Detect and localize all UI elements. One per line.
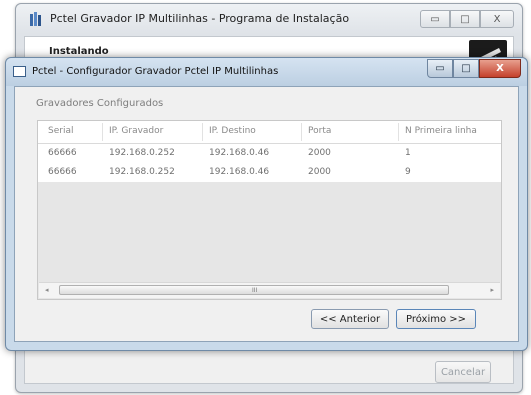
table-row[interactable]: 66666 192.168.0.252 192.168.0.46 2000 1 bbox=[38, 144, 501, 163]
cell-first-line: 9 bbox=[405, 167, 411, 177]
cell-ip-recorder: 192.168.0.252 bbox=[109, 148, 175, 158]
column-header-first-line[interactable]: N Primeira linha bbox=[405, 126, 477, 136]
installer-app-icon bbox=[30, 12, 41, 26]
column-header-port[interactable]: Porta bbox=[308, 126, 331, 136]
dialog-minimize-button[interactable]: ▭ bbox=[427, 59, 453, 78]
configurator-dialog: Pctel - Configurador Gravador Pctel IP M… bbox=[5, 57, 528, 351]
dialog-close-button[interactable]: X bbox=[479, 59, 521, 78]
table-row[interactable]: 66666 192.168.0.252 192.168.0.46 2000 9 bbox=[38, 163, 501, 182]
cell-port: 2000 bbox=[308, 167, 331, 177]
installer-titlebar: Pctel Gravador IP Multilinhas - Programa… bbox=[16, 4, 522, 34]
horizontal-scrollbar[interactable]: ◂ III ▸ bbox=[39, 282, 500, 298]
installer-close-button[interactable]: X bbox=[480, 10, 514, 28]
dialog-window-controls: ▭ □ X bbox=[427, 59, 521, 78]
table-header: Serial IP. Gravador IP. Destino Porta N … bbox=[38, 121, 501, 144]
scroll-left-arrow-icon[interactable]: ◂ bbox=[45, 286, 49, 294]
dialog-title: Pctel - Configurador Gravador Pctel IP M… bbox=[32, 66, 279, 77]
dialog-titlebar[interactable]: Pctel - Configurador Gravador Pctel IP M… bbox=[6, 58, 527, 86]
installer-title: Pctel Gravador IP Multilinhas - Programa… bbox=[50, 12, 350, 25]
dialog-body: Gravadores Configurados Serial IP. Grava… bbox=[14, 86, 519, 342]
column-header-ip-destination[interactable]: IP. Destino bbox=[209, 126, 256, 136]
column-divider[interactable] bbox=[202, 123, 203, 141]
installer-maximize-button[interactable]: □ bbox=[450, 10, 480, 28]
next-button[interactable]: Próximo >> bbox=[396, 309, 476, 329]
cell-first-line: 1 bbox=[405, 148, 411, 158]
installer-window-controls: ▭ □ X bbox=[420, 10, 514, 28]
scroll-right-arrow-icon[interactable]: ▸ bbox=[490, 286, 494, 294]
column-header-ip-recorder[interactable]: IP. Gravador bbox=[109, 126, 163, 136]
scrollbar-thumb[interactable]: III bbox=[59, 285, 449, 295]
installer-cancel-button[interactable]: Cancelar bbox=[435, 361, 491, 383]
cell-serial: 66666 bbox=[48, 148, 77, 158]
installer-minimize-button[interactable]: ▭ bbox=[420, 10, 450, 28]
previous-button[interactable]: << Anterior bbox=[311, 309, 389, 329]
recorders-table[interactable]: Serial IP. Gravador IP. Destino Porta N … bbox=[37, 120, 502, 300]
column-header-serial[interactable]: Serial bbox=[48, 126, 73, 136]
cell-serial: 66666 bbox=[48, 167, 77, 177]
section-label-configured-recorders: Gravadores Configurados bbox=[36, 98, 164, 109]
column-divider[interactable] bbox=[102, 123, 103, 141]
cell-ip-destination: 192.168.0.46 bbox=[209, 167, 270, 177]
cell-ip-destination: 192.168.0.46 bbox=[209, 148, 270, 158]
installer-status-heading: Instalando bbox=[49, 46, 109, 57]
column-divider[interactable] bbox=[398, 123, 399, 141]
dialog-maximize-button[interactable]: □ bbox=[453, 59, 479, 78]
cell-ip-recorder: 192.168.0.252 bbox=[109, 167, 175, 177]
column-divider[interactable] bbox=[301, 123, 302, 141]
cell-port: 2000 bbox=[308, 148, 331, 158]
scrollbar-grip-icon: III bbox=[252, 287, 258, 294]
dialog-window-icon bbox=[13, 66, 26, 77]
